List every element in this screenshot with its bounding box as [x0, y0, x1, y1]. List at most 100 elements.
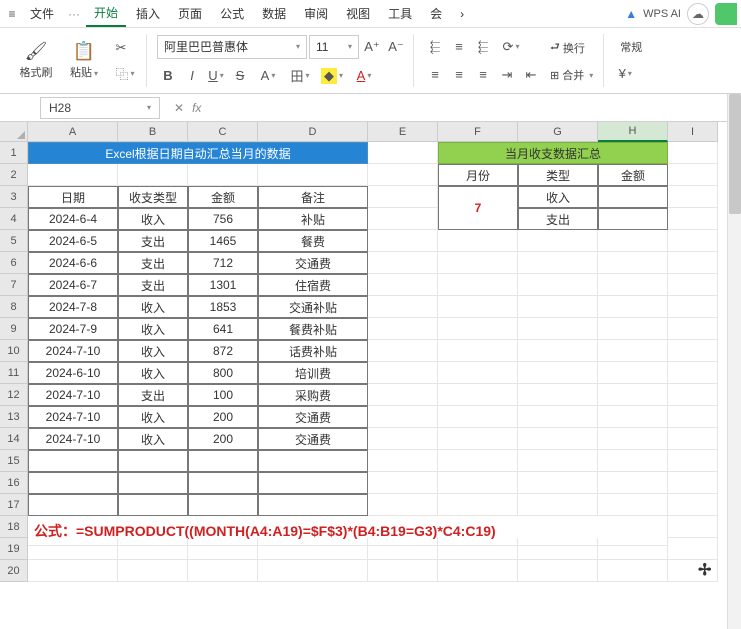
cell-G11[interactable] [518, 362, 598, 384]
cell-D12[interactable]: 采购费 [258, 384, 368, 406]
decrease-font-button[interactable]: A⁻ [385, 36, 407, 58]
cell-H5[interactable] [598, 230, 668, 252]
cell-A5[interactable]: 2024-6-5 [28, 230, 118, 252]
cell-F3[interactable]: 7 [438, 186, 518, 230]
row-header-2[interactable]: 2 [0, 164, 28, 186]
cell-G9[interactable] [518, 318, 598, 340]
bold-button[interactable]: B [157, 65, 179, 87]
cell-D7[interactable]: 住宿费 [258, 274, 368, 296]
cell-G15[interactable] [518, 450, 598, 472]
cell-F8[interactable] [438, 296, 518, 318]
tab-tools[interactable]: 工具 [380, 1, 420, 26]
italic-button[interactable]: I [181, 65, 203, 87]
cell-E7[interactable] [368, 274, 438, 296]
cell-G10[interactable] [518, 340, 598, 362]
cell-B19[interactable] [118, 538, 188, 560]
fx-icon[interactable]: fx [192, 101, 201, 115]
cell-B12[interactable]: 支出 [118, 384, 188, 406]
cell-C17[interactable] [188, 494, 258, 516]
cell-F17[interactable] [438, 494, 518, 516]
cell-A3[interactable]: 日期 [28, 186, 118, 208]
border-button[interactable]: 田▾ [285, 65, 315, 87]
cell-E8[interactable] [368, 296, 438, 318]
cell-C15[interactable] [188, 450, 258, 472]
text-color-button[interactable]: A▾ [349, 65, 379, 87]
cell-E6[interactable] [368, 252, 438, 274]
col-header-I[interactable]: I [668, 122, 718, 142]
cell-A7[interactable]: 2024-6-7 [28, 274, 118, 296]
tab-home[interactable]: 开始 [86, 0, 126, 27]
cut-button[interactable]: ✂ [110, 37, 132, 59]
cell-A17[interactable] [28, 494, 118, 516]
cell-E16[interactable] [368, 472, 438, 494]
cancel-formula-icon[interactable]: ✕ [174, 101, 184, 115]
cell-E17[interactable] [368, 494, 438, 516]
cell-G13[interactable] [518, 406, 598, 428]
cell-C11[interactable]: 800 [188, 362, 258, 384]
cell-B7[interactable]: 支出 [118, 274, 188, 296]
row-header-10[interactable]: 10 [0, 340, 28, 362]
align-right-button[interactable]: ≡ [472, 64, 494, 86]
cell-F10[interactable] [438, 340, 518, 362]
cell-F13[interactable] [438, 406, 518, 428]
row-header-9[interactable]: 9 [0, 318, 28, 340]
cell-B2[interactable] [118, 164, 188, 186]
hamburger-icon[interactable]: ≡ [4, 6, 20, 22]
cell-A10[interactable]: 2024-7-10 [28, 340, 118, 362]
cell-C20[interactable] [188, 560, 258, 582]
cell-C5[interactable]: 1465 [188, 230, 258, 252]
cell-A19[interactable] [28, 538, 118, 560]
cell-G6[interactable] [518, 252, 598, 274]
font-size-select[interactable]: 11 ▾ [309, 35, 359, 59]
cell-E10[interactable] [368, 340, 438, 362]
vertical-scrollbar[interactable] [727, 94, 741, 629]
col-header-G[interactable]: G [518, 122, 598, 142]
format-brush-button[interactable]: 🖌 格式刷 [14, 34, 58, 88]
tab-review[interactable]: 审阅 [296, 1, 336, 26]
cell-C2[interactable] [188, 164, 258, 186]
menu-file[interactable]: 文件 [22, 1, 62, 26]
cell-D19[interactable] [258, 538, 368, 560]
cell-I18[interactable] [668, 516, 718, 538]
cell-D11[interactable]: 培训费 [258, 362, 368, 384]
cell-G19[interactable] [518, 538, 598, 560]
cell-E11[interactable] [368, 362, 438, 384]
cell-G2[interactable]: 类型 [518, 164, 598, 186]
cell-I4[interactable] [668, 208, 718, 230]
cell-A20[interactable] [28, 560, 118, 582]
cell-I13[interactable] [668, 406, 718, 428]
cell-C4[interactable]: 756 [188, 208, 258, 230]
cell-F15[interactable] [438, 450, 518, 472]
col-header-H[interactable]: H [598, 122, 668, 142]
cell-F12[interactable] [438, 384, 518, 406]
cell-F19[interactable] [438, 538, 518, 560]
cell-A1[interactable]: Excel根据日期自动汇总当月的数据 [28, 142, 368, 164]
row-header-7[interactable]: 7 [0, 274, 28, 296]
cell-B15[interactable] [118, 450, 188, 472]
cell-D15[interactable] [258, 450, 368, 472]
cell-I3[interactable] [668, 186, 718, 208]
cell-C10[interactable]: 872 [188, 340, 258, 362]
cell-I7[interactable] [668, 274, 718, 296]
cell-H7[interactable] [598, 274, 668, 296]
row-header-1[interactable]: 1 [0, 142, 28, 164]
cell-I2[interactable] [668, 164, 718, 186]
cell-E15[interactable] [368, 450, 438, 472]
cell-B8[interactable]: 收入 [118, 296, 188, 318]
cell-E14[interactable] [368, 428, 438, 450]
copy-button[interactable]: ⿻▾ [110, 63, 140, 85]
merge-button[interactable]: ⊞合并▾ [546, 65, 597, 85]
cell-F2[interactable]: 月份 [438, 164, 518, 186]
cell-I10[interactable] [668, 340, 718, 362]
cell-E1[interactable] [368, 142, 438, 164]
cell-I19[interactable] [668, 538, 718, 560]
cell-E4[interactable] [368, 208, 438, 230]
row-header-13[interactable]: 13 [0, 406, 28, 428]
cell-D4[interactable]: 补贴 [258, 208, 368, 230]
cell-H11[interactable] [598, 362, 668, 384]
cell-B4[interactable]: 收入 [118, 208, 188, 230]
number-format-select[interactable]: 常规 [614, 37, 648, 57]
cell-H13[interactable] [598, 406, 668, 428]
cell-B3[interactable]: 收支类型 [118, 186, 188, 208]
row-header-6[interactable]: 6 [0, 252, 28, 274]
